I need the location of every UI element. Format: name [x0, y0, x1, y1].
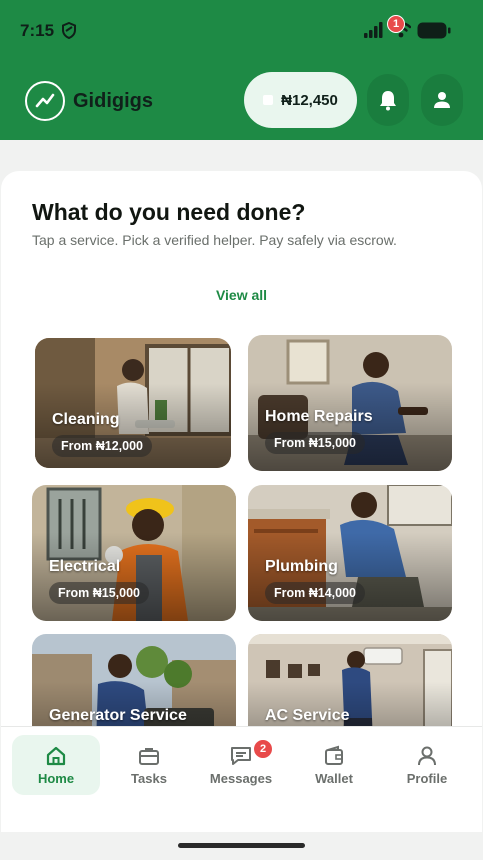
- home-icon: [46, 746, 66, 765]
- service-title: AC Service: [265, 707, 350, 724]
- service-title: Plumbing: [265, 558, 338, 575]
- service-tile-plumbing[interactable]: Plumbing From ₦14,000: [248, 485, 452, 621]
- nav-messages-label: Messages: [209, 770, 273, 786]
- nav-wallet-label: Wallet: [315, 770, 353, 786]
- brand-name: Gidigigs: [73, 90, 153, 112]
- wallet-icon: [325, 745, 343, 765]
- wallet-balance: ₦12,450: [281, 91, 338, 109]
- services-card: What do you need done? Tap a service. Pi…: [1, 171, 482, 771]
- shield-icon: [62, 22, 76, 39]
- signal-icon: [364, 22, 383, 38]
- bell-icon: [380, 91, 396, 111]
- service-price: From ₦14,000: [265, 582, 365, 604]
- view-all-link[interactable]: View all: [1, 287, 482, 303]
- status-bar: 7:15: [0, 0, 483, 62]
- nav-profile[interactable]: Profile: [383, 735, 471, 795]
- page-subtitle: Tap a service. Pick a verified helper. P…: [32, 232, 397, 248]
- service-tile-electrical[interactable]: Electrical From ₦15,000: [32, 485, 236, 621]
- service-title: Home Repairs: [265, 408, 373, 425]
- nav-tasks-label: Tasks: [131, 770, 167, 786]
- home-indicator: [178, 843, 305, 848]
- message-icon: [231, 746, 251, 765]
- nav-profile-label: Profile: [406, 770, 448, 786]
- status-time: 7:15: [20, 21, 55, 40]
- profile-icon: [434, 92, 450, 108]
- nav-home[interactable]: Home: [12, 735, 100, 795]
- service-tile-cleaning[interactable]: Cleaning From ₦12,000: [35, 338, 231, 468]
- profile-button[interactable]: [421, 74, 463, 126]
- bottom-navigation: Home Tasks Messages Wallet Profile: [1, 726, 482, 832]
- page-title: What do you need done?: [32, 199, 306, 225]
- nav-wallet[interactable]: Wallet: [290, 735, 378, 795]
- nav-home-label: Home: [37, 770, 75, 786]
- notification-badge: 1: [387, 15, 405, 33]
- service-tile-home-repairs[interactable]: Home Repairs From ₦15,000: [248, 335, 452, 471]
- messages-badge: 2: [253, 739, 273, 759]
- service-title: Cleaning: [52, 411, 120, 428]
- nav-tasks[interactable]: Tasks: [105, 735, 193, 795]
- notifications-button[interactable]: [367, 74, 409, 126]
- person-icon: [418, 746, 436, 765]
- service-title: Generator Service: [49, 707, 187, 724]
- service-price: From ₦15,000: [265, 432, 365, 454]
- wallet-dot-icon: [263, 95, 274, 105]
- service-price: From ₦15,000: [49, 582, 149, 604]
- app-header: Gidigigs ₦12,450: [0, 62, 483, 140]
- service-price: From ₦12,000: [52, 435, 152, 457]
- briefcase-icon: [139, 747, 159, 765]
- service-title: Electrical: [49, 558, 121, 575]
- battery-icon: [417, 22, 451, 39]
- logo-icon: [25, 81, 65, 121]
- wallet-balance-button[interactable]: ₦12,450: [244, 72, 357, 128]
